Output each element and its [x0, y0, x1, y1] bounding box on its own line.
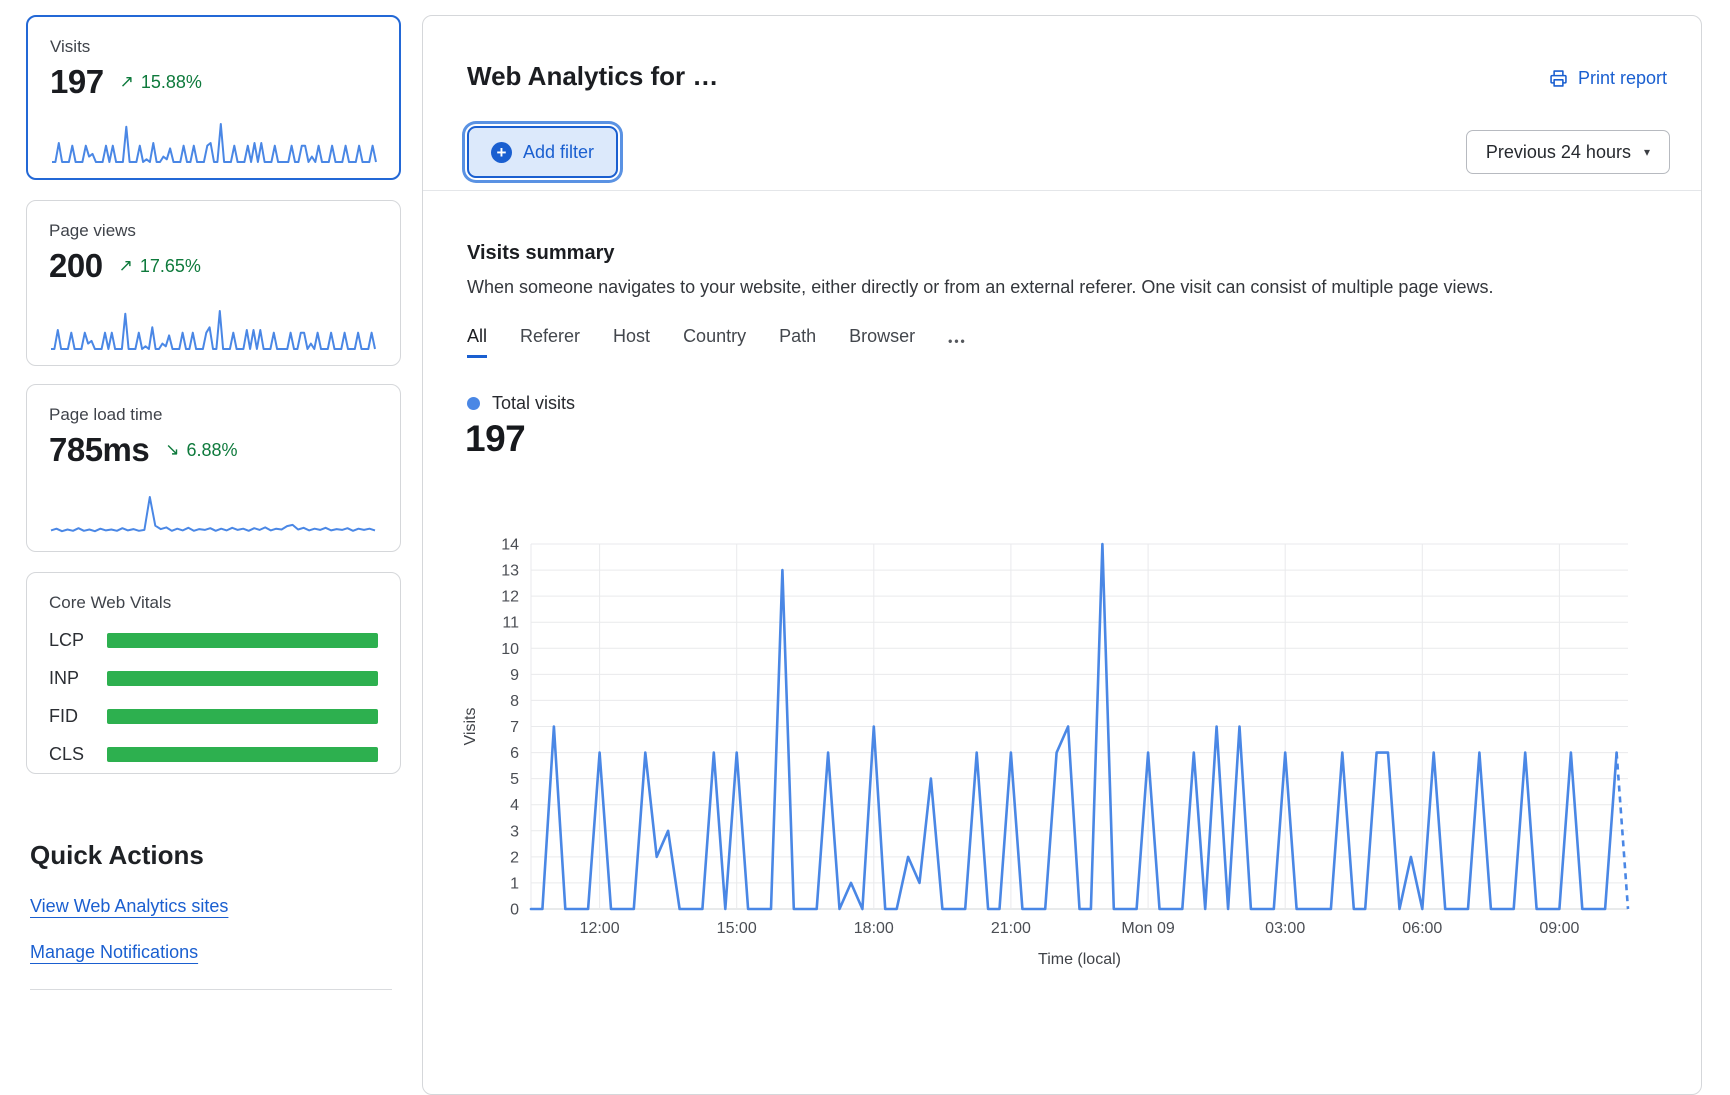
- tab-browser[interactable]: Browser: [849, 326, 915, 355]
- page-views-sparkline: [49, 306, 377, 352]
- svg-text:09:00: 09:00: [1539, 920, 1579, 937]
- web-analytics-panel: Web Analytics for … Print report + Add f…: [422, 15, 1702, 1095]
- tab-referer[interactable]: Referer: [520, 326, 580, 355]
- time-range-dropdown[interactable]: Previous 24 hours ▾: [1466, 130, 1670, 174]
- svg-text:0: 0: [510, 902, 519, 919]
- svg-text:5: 5: [510, 771, 519, 788]
- svg-text:18:00: 18:00: [854, 920, 894, 937]
- svg-text:Time (local): Time (local): [1038, 951, 1121, 968]
- svg-text:4: 4: [510, 797, 519, 814]
- metric-value-row: 785ms ↘ 6.88%: [49, 431, 378, 469]
- cwv-good-bar: [107, 709, 378, 724]
- svg-text:13: 13: [501, 563, 519, 580]
- cwv-good-bar: [107, 633, 378, 648]
- metric-card-visits[interactable]: Visits 197 ↗ 15.88%: [26, 15, 401, 180]
- metric-card-core-web-vitals[interactable]: Core Web Vitals LCP INP FID CLS: [26, 572, 401, 774]
- tab-path[interactable]: Path: [779, 326, 816, 355]
- metrics-sidebar: Visits 197 ↗ 15.88% Page views 200 ↗ 17.…: [26, 15, 401, 990]
- svg-text:1: 1: [510, 875, 519, 892]
- svg-text:03:00: 03:00: [1265, 920, 1305, 937]
- cwv-row: INP: [49, 668, 378, 689]
- metric-label: Visits: [50, 37, 377, 57]
- svg-text:14: 14: [501, 537, 519, 554]
- svg-text:8: 8: [510, 693, 519, 710]
- metric-delta: ↗ 15.88%: [120, 72, 202, 93]
- cwv-metric-label: LCP: [49, 630, 107, 651]
- manage-notifications-link[interactable]: Manage Notifications: [30, 942, 198, 963]
- tab-country[interactable]: Country: [683, 326, 746, 355]
- metric-value: 197: [50, 63, 104, 101]
- time-range-label: Previous 24 hours: [1486, 142, 1631, 163]
- metric-delta: ↗ 17.65%: [119, 256, 201, 277]
- svg-text:11: 11: [502, 615, 519, 632]
- chart-legend: Total visits: [467, 393, 575, 414]
- svg-text:9: 9: [510, 667, 519, 684]
- svg-text:06:00: 06:00: [1402, 920, 1442, 937]
- cwv-metric-label: FID: [49, 706, 107, 727]
- page-load-time-sparkline: [49, 492, 377, 538]
- trend-down-icon: ↘: [165, 440, 179, 460]
- header-divider: [423, 190, 1701, 191]
- metric-delta: ↘ 6.88%: [165, 440, 237, 461]
- svg-text:3: 3: [510, 823, 519, 840]
- svg-text:Mon 09: Mon 09: [1121, 920, 1174, 937]
- tab-host[interactable]: Host: [613, 326, 650, 355]
- cwv-row: CLS: [49, 744, 378, 765]
- legend-label: Total visits: [492, 393, 575, 414]
- metric-label: Page views: [49, 221, 378, 241]
- svg-text:10: 10: [501, 641, 519, 658]
- printer-icon: [1548, 68, 1569, 89]
- metric-label: Core Web Vitals: [49, 593, 378, 613]
- visits-sparkline: [50, 119, 378, 165]
- print-report-label: Print report: [1578, 68, 1667, 89]
- page-title: Web Analytics for …: [467, 59, 718, 93]
- visits-summary-description: When someone navigates to your website, …: [467, 277, 1493, 298]
- metric-delta-value: 15.88%: [141, 72, 202, 93]
- visits-summary-title: Visits summary: [467, 242, 615, 265]
- more-tabs-ellipsis-button[interactable]: •••: [948, 326, 967, 360]
- sidebar-divider: [30, 989, 392, 990]
- svg-text:6: 6: [510, 745, 519, 762]
- metric-card-page-load-time[interactable]: Page load time 785ms ↘ 6.88%: [26, 384, 401, 552]
- trend-up-icon: ↗: [119, 256, 133, 276]
- dimension-tabs: All Referer Host Country Path Browser ••…: [467, 326, 967, 360]
- metric-delta-value: 6.88%: [187, 440, 238, 461]
- add-filter-button[interactable]: + Add filter: [467, 126, 618, 178]
- cwv-row: LCP: [49, 630, 378, 651]
- series-dot-icon: [467, 397, 480, 410]
- metric-value: 785ms: [49, 431, 149, 469]
- trend-up-icon: ↗: [120, 72, 134, 92]
- plus-circle-icon: +: [491, 142, 512, 163]
- cwv-row: FID: [49, 706, 378, 727]
- web-analytics-dashboard: Visits 197 ↗ 15.88% Page views 200 ↗ 17.…: [0, 0, 1730, 988]
- metric-value: 200: [49, 247, 103, 285]
- view-web-analytics-sites-link[interactable]: View Web Analytics sites: [30, 896, 228, 917]
- svg-text:21:00: 21:00: [991, 920, 1031, 937]
- visits-time-series-chart[interactable]: 12:00 15:00 18:00 21:00 Mon 09 03:00 06:00 09:0…: [441, 476, 1701, 981]
- chevron-down-icon: ▾: [1644, 145, 1650, 159]
- quick-actions-title: Quick Actions: [30, 840, 401, 871]
- metric-label: Page load time: [49, 405, 378, 425]
- svg-text:12:00: 12:00: [580, 920, 620, 937]
- svg-text:15:00: 15:00: [717, 920, 757, 937]
- print-report-link[interactable]: Print report: [1548, 68, 1667, 89]
- cwv-good-bar: [107, 747, 378, 762]
- svg-text:7: 7: [510, 719, 519, 736]
- svg-text:12: 12: [501, 589, 519, 606]
- metric-value-row: 200 ↗ 17.65%: [49, 247, 378, 285]
- cwv-metric-label: INP: [49, 668, 107, 689]
- svg-text:Visits: Visits: [462, 708, 479, 746]
- svg-text:2: 2: [510, 849, 519, 866]
- total-visits-value: 197: [465, 418, 525, 460]
- tab-all[interactable]: All: [467, 326, 487, 358]
- cwv-metric-label: CLS: [49, 744, 107, 765]
- metric-delta-value: 17.65%: [140, 256, 201, 277]
- add-filter-label: Add filter: [523, 142, 594, 163]
- metric-card-page-views[interactable]: Page views 200 ↗ 17.65%: [26, 200, 401, 366]
- cwv-good-bar: [107, 671, 378, 686]
- metric-value-row: 197 ↗ 15.88%: [50, 63, 377, 101]
